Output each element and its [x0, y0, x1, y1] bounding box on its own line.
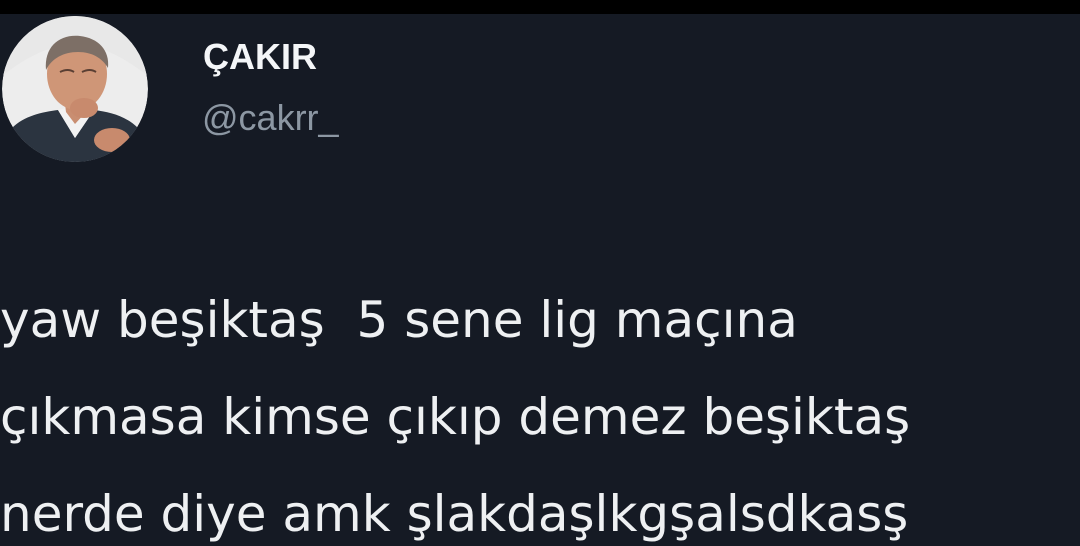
user-handle[interactable]: @cakrr_ — [202, 97, 339, 139]
tweet-text: yaw beşiktaş 5 sene lig maçına çıkmasa k… — [0, 272, 1080, 546]
tweet-text-line: yaw beşiktaş 5 sene lig maçına — [0, 291, 798, 349]
screenshot-frame: ÇAKIR @cakrr_ yaw beşiktaş 5 sene lig ma… — [0, 0, 1080, 546]
avatar[interactable] — [2, 16, 148, 162]
tweet-card: ÇAKIR @cakrr_ yaw beşiktaş 5 sene lig ma… — [0, 14, 1080, 546]
tweet-text-line: nerde diye amk şlakdaşlkgşalsdkasş — [0, 485, 909, 543]
tweet-text-line: çıkmasa kimse çıkıp demez beşiktaş — [0, 388, 911, 446]
display-name[interactable]: ÇAKIR — [203, 36, 317, 78]
profile-photo-icon — [2, 16, 148, 162]
